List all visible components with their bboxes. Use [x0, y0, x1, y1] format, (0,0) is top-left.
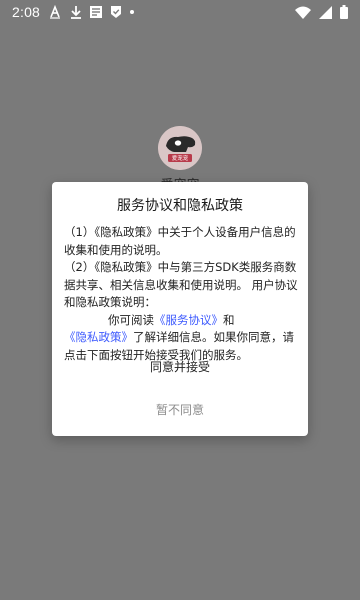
status-bar: 2:08 [0, 0, 360, 24]
privacy-dialog: 服务协议和隐私政策 （1）《隐私政策》中关于个人设备用户信息的收集和使用的说明。… [52, 182, 308, 436]
dialog-title: 服务协议和隐私政策 [117, 198, 243, 214]
battery-icon [340, 5, 348, 19]
paragraph-3-and: 和 [223, 312, 235, 327]
logo-text: 爱宠宠 [172, 154, 189, 162]
dot-icon [130, 10, 135, 14]
system-icons [295, 5, 348, 19]
paragraph-3: 你可阅读《服务协议》和《隐私政策》了解详细信息。如果你同意，请点击下面按钮开始接… [64, 312, 298, 365]
shield-check-icon [110, 5, 122, 19]
accept-button[interactable]: 同意并接受 [52, 358, 308, 380]
text-icon [90, 5, 103, 19]
cellular-signal-icon [319, 5, 332, 19]
paragraph-2: （2）《隐私政策》中与第三方SDK类服务商数据共享、相关信息收集和使用说明。 用… [64, 260, 298, 309]
notification-icons [48, 5, 135, 19]
decline-button[interactable]: 暂不同意 [52, 401, 308, 423]
paragraph-3-pre: 你可阅读 [108, 312, 154, 327]
dialog-body: （1）《隐私政策》中关于个人设备用户信息的收集和使用的说明。 （2）《隐私政策》… [64, 224, 298, 364]
font-download-icon [48, 5, 62, 19]
service-agreement-link[interactable]: 《服务协议》 [154, 313, 223, 327]
privacy-policy-link[interactable]: 《隐私政策》 [64, 330, 133, 344]
status-time: 2:08 [12, 4, 41, 20]
paragraph-1: （1）《隐私政策》中关于个人设备用户信息的收集和使用的说明。 [64, 225, 296, 257]
app-logo: 爱宠宠 [158, 126, 202, 170]
download-icon [70, 5, 82, 19]
wifi-icon [295, 6, 311, 19]
